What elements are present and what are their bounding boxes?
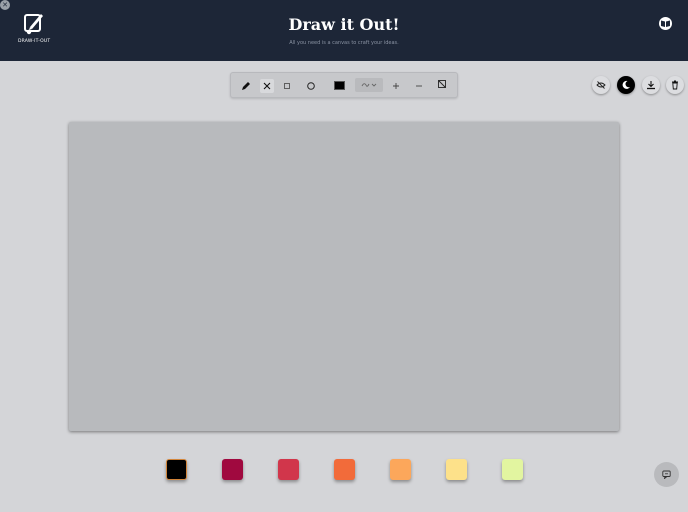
- plus-icon: [393, 83, 399, 89]
- app-header: ✕ DRAW-IT-OUT Draw it Out! All you need …: [0, 0, 688, 61]
- moon-icon: [622, 80, 630, 89]
- download-button[interactable]: [642, 76, 660, 94]
- palette-swatch[interactable]: [334, 459, 355, 480]
- toggle-visibility-button[interactable]: [592, 76, 610, 94]
- zoom-out-button[interactable]: [412, 79, 426, 93]
- minus-icon: [416, 85, 422, 87]
- palette-swatch[interactable]: [446, 459, 467, 480]
- trash-icon: [672, 80, 678, 90]
- close-icon[interactable]: ✕: [0, 0, 10, 10]
- download-icon: [647, 81, 655, 90]
- delete-button[interactable]: [666, 76, 684, 94]
- book-icon: [661, 20, 670, 27]
- palette-swatch[interactable]: [390, 459, 411, 480]
- line-tool[interactable]: [260, 79, 274, 93]
- drawing-canvas[interactable]: [69, 122, 619, 431]
- clear-canvas-icon: [438, 80, 446, 88]
- circle-icon: [307, 82, 315, 90]
- clear-canvas-button[interactable]: [435, 77, 449, 91]
- chat-icon: [662, 470, 671, 479]
- circle-tool[interactable]: [304, 79, 318, 93]
- palette-swatch[interactable]: [166, 459, 187, 480]
- palette-swatch[interactable]: [502, 459, 523, 480]
- shapes-icon: [361, 83, 377, 87]
- pencil-tool[interactable]: [239, 79, 253, 93]
- palette-swatch[interactable]: [222, 459, 243, 480]
- page-title: Draw it Out!: [288, 15, 400, 34]
- line-icon: [263, 82, 271, 90]
- guide-button[interactable]: [659, 17, 672, 30]
- rectangle-tool[interactable]: [280, 79, 294, 93]
- palette-swatch[interactable]: [278, 459, 299, 480]
- zoom-in-button[interactable]: [389, 79, 403, 93]
- eye-off-icon: [596, 81, 606, 89]
- chat-button[interactable]: [654, 462, 679, 487]
- drawing-toolbar: [230, 72, 458, 98]
- square-icon: [284, 83, 290, 89]
- dark-mode-button[interactable]: [617, 76, 635, 94]
- shape-select-dropdown[interactable]: [355, 78, 383, 92]
- page-subtitle: All you need is a canvas to craft your i…: [289, 40, 399, 46]
- pencil-icon: [242, 82, 250, 90]
- current-color-swatch[interactable]: [334, 81, 345, 90]
